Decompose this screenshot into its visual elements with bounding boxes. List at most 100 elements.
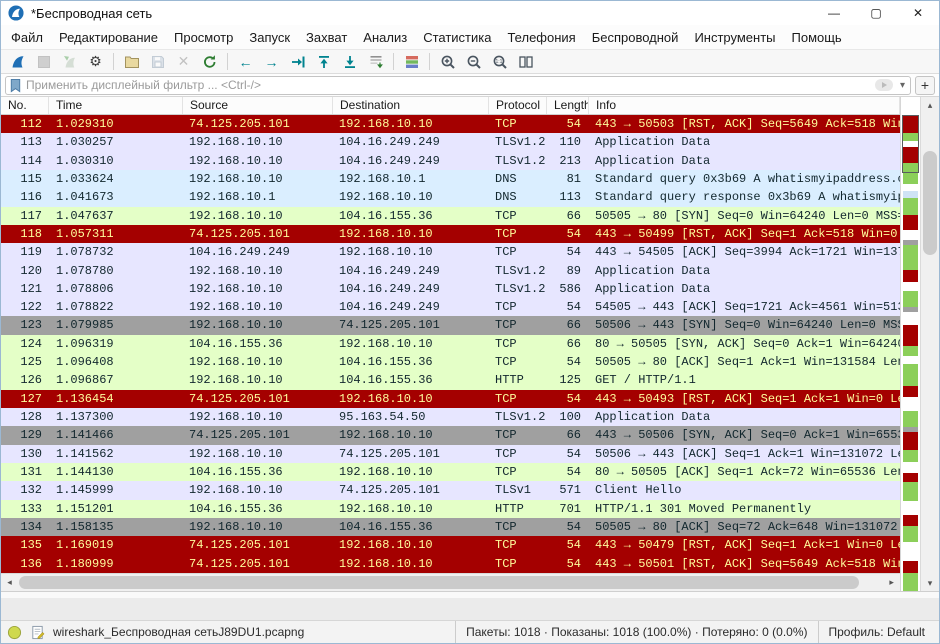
packet-minimap[interactable] [900, 97, 920, 591]
cell-time: 1.078806 [49, 280, 183, 298]
packet-row[interactable]: 1181.05731174.125.205.101192.168.10.10TC… [1, 225, 900, 243]
packet-row[interactable]: 1271.13645474.125.205.101192.168.10.10TC… [1, 390, 900, 408]
zoom-in-button[interactable] [435, 51, 460, 73]
packet-row[interactable]: 1311.144130104.16.155.36192.168.10.10TCP… [1, 463, 900, 481]
packet-row[interactable]: 1161.041673192.168.10.1192.168.10.10DNS1… [1, 188, 900, 206]
go-to-packet-button[interactable] [285, 51, 310, 73]
cell-src: 192.168.10.10 [183, 280, 333, 298]
cell-info: Standard query response 0x3b69 A whatism… [589, 188, 900, 206]
start-capture-button[interactable] [5, 51, 30, 73]
vscroll-thumb[interactable] [923, 151, 937, 255]
column-header-protocol[interactable]: Protocol [489, 97, 547, 114]
menu-item[interactable]: Беспроводной [584, 27, 687, 48]
packet-row[interactable]: 1291.14146674.125.205.101192.168.10.10TC… [1, 426, 900, 444]
vscroll-track[interactable] [921, 113, 939, 575]
packet-row[interactable]: 1321.145999192.168.10.1074.125.205.101TL… [1, 481, 900, 499]
packet-row[interactable]: 1211.078806192.168.10.10104.16.249.249TL… [1, 280, 900, 298]
cell-info: 443 → 50479 [RST, ACK] Seq=1 Ack=1 Win=0… [589, 536, 900, 554]
scroll-right-button[interactable]: ▸ [883, 577, 900, 588]
scroll-down-button[interactable]: ▾ [921, 575, 939, 591]
minimize-button[interactable]: — [813, 1, 855, 25]
toolbar-separator [227, 53, 228, 70]
vertical-scrollbar[interactable]: ▴ ▾ [920, 97, 939, 591]
close-button[interactable]: ✕ [897, 1, 939, 25]
packet-row[interactable]: 1361.18099974.125.205.101192.168.10.10TC… [1, 555, 900, 573]
add-filter-button[interactable]: + [915, 76, 935, 95]
go-top-button[interactable] [311, 51, 336, 73]
packet-row[interactable]: 1251.096408192.168.10.10104.16.155.36TCP… [1, 353, 900, 371]
go-bottom-button[interactable] [337, 51, 362, 73]
zoom-original-button[interactable]: 1:1 [487, 51, 512, 73]
column-header-time[interactable]: Time [49, 97, 183, 114]
maximize-button[interactable]: ▢ [855, 1, 897, 25]
cell-len: 213 [547, 152, 589, 170]
cell-dst: 104.16.249.249 [333, 280, 489, 298]
zoom-out-icon [465, 53, 483, 71]
packet-row[interactable]: 1131.030257192.168.10.10104.16.249.249TL… [1, 133, 900, 151]
menu-item[interactable]: Редактирование [51, 27, 166, 48]
menu-item[interactable]: Просмотр [166, 27, 241, 48]
cell-time: 1.078822 [49, 298, 183, 316]
resize-columns-button[interactable] [513, 51, 538, 73]
filter-bookmark-icon[interactable] [9, 78, 22, 93]
column-header-destination[interactable]: Destination [333, 97, 489, 114]
packet-row[interactable]: 1141.030310192.168.10.10104.16.249.249TL… [1, 152, 900, 170]
display-filter-field[interactable]: ▾ [5, 76, 911, 95]
menu-item[interactable]: Инструменты [686, 27, 783, 48]
menu-item[interactable]: Телефония [499, 27, 583, 48]
column-header-info[interactable]: Info [589, 97, 900, 114]
packet-row[interactable]: 1201.078780192.168.10.10104.16.249.249TL… [1, 262, 900, 280]
cell-proto: TCP [489, 207, 547, 225]
cell-dst: 192.168.10.10 [333, 555, 489, 573]
menu-item[interactable]: Запуск [241, 27, 298, 48]
profile-selector[interactable]: Профиль: Default [818, 621, 936, 643]
go-forward-button[interactable]: → [259, 51, 284, 73]
horizontal-scrollbar[interactable]: ◂ ▸ [1, 573, 900, 591]
hscroll-thumb[interactable] [19, 576, 859, 589]
zoom-out-button[interactable] [461, 51, 486, 73]
cell-proto: TLSv1 [489, 481, 547, 499]
cell-no: 129 [1, 426, 49, 444]
menu-item[interactable]: Помощь [784, 27, 850, 48]
cell-dst: 192.168.10.10 [333, 243, 489, 261]
packet-row[interactable]: 1341.158135192.168.10.10104.16.155.36TCP… [1, 518, 900, 536]
packet-row[interactable]: 1261.096867192.168.10.10104.16.155.36HTT… [1, 371, 900, 389]
scroll-up-button[interactable]: ▴ [921, 97, 939, 113]
menu-item[interactable]: Захват [298, 27, 355, 48]
capture-options-button[interactable]: ⚙ [83, 51, 108, 73]
go-back-button[interactable]: ← [233, 51, 258, 73]
hscroll-track[interactable] [18, 574, 883, 591]
open-file-button[interactable] [119, 51, 144, 73]
cell-info: Application Data [589, 262, 900, 280]
column-header-length[interactable]: Length [547, 97, 589, 114]
scroll-left-button[interactable]: ◂ [1, 577, 18, 588]
packet-row[interactable]: 1241.096319104.16.155.36192.168.10.10TCP… [1, 335, 900, 353]
column-header-no[interactable]: No. [1, 97, 49, 114]
reload-file-button[interactable] [197, 51, 222, 73]
capture-comment-icon[interactable] [28, 625, 46, 640]
packet-row[interactable]: 1281.137300192.168.10.1095.163.54.50TLSv… [1, 408, 900, 426]
cell-info: 443 → 50493 [RST, ACK] Seq=1 Ack=1 Win=0… [589, 390, 900, 408]
packet-row[interactable]: 1301.141562192.168.10.1074.125.205.101TC… [1, 445, 900, 463]
auto-scroll-button[interactable] [363, 51, 388, 73]
display-filter-input[interactable] [26, 78, 870, 92]
colorize-button[interactable] [399, 51, 424, 73]
apply-filter-icon[interactable] [874, 78, 894, 92]
packet-row[interactable]: 1221.078822192.168.10.10104.16.249.249TC… [1, 298, 900, 316]
menu-item[interactable]: Анализ [355, 27, 415, 48]
packet-row[interactable]: 1151.033624192.168.10.10192.168.10.1DNS8… [1, 170, 900, 188]
menu-item[interactable]: Файл [3, 27, 51, 48]
expert-info-icon[interactable] [5, 625, 23, 640]
packet-row[interactable]: 1331.151201104.16.155.36192.168.10.10HTT… [1, 500, 900, 518]
column-header-source[interactable]: Source [183, 97, 333, 114]
cell-dst: 192.168.10.10 [333, 536, 489, 554]
cell-len: 54 [547, 445, 589, 463]
packet-row[interactable]: 1121.02931074.125.205.101192.168.10.10TC… [1, 115, 900, 133]
packet-row[interactable]: 1351.16901974.125.205.101192.168.10.10TC… [1, 536, 900, 554]
packet-row[interactable]: 1231.079985192.168.10.1074.125.205.101TC… [1, 316, 900, 334]
packet-row[interactable]: 1171.047637192.168.10.10104.16.155.36TCP… [1, 207, 900, 225]
filter-dropdown-caret-icon[interactable]: ▾ [898, 80, 907, 91]
cell-time: 1.029310 [49, 115, 183, 133]
menu-item[interactable]: Статистика [415, 27, 499, 48]
packet-row[interactable]: 1191.078732104.16.249.249192.168.10.10TC… [1, 243, 900, 261]
